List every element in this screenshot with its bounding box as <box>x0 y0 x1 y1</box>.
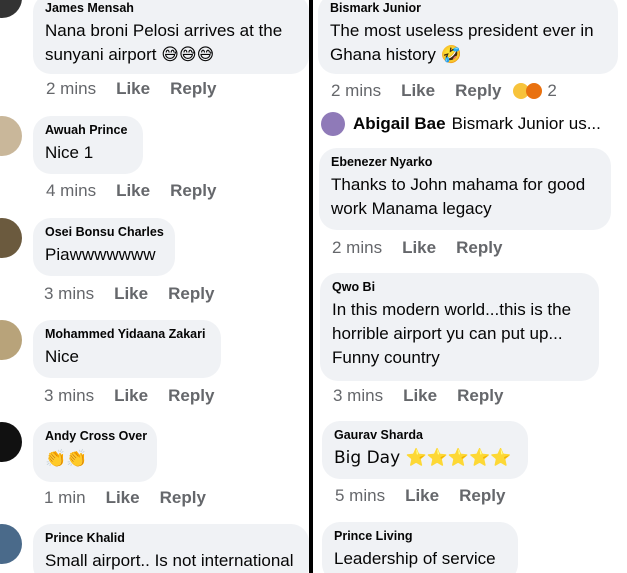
comment-bubble: Prince Living Leadership of service <box>322 522 518 573</box>
comment-bubble: Mohammed Yidaana Zakari Nice <box>33 320 221 378</box>
like-button[interactable]: Like <box>114 386 148 406</box>
avatar[interactable] <box>0 218 22 258</box>
reply-button[interactable]: Reply <box>168 284 214 304</box>
comment-text: The most useless president ever in Ghana… <box>330 21 594 64</box>
comment-timestamp[interactable]: 1 min <box>44 488 86 508</box>
comment-text: Big Day ⭐⭐⭐⭐⭐ <box>334 448 512 468</box>
avatar[interactable] <box>0 0 22 18</box>
reply-button[interactable]: Reply <box>457 386 503 406</box>
comment-actions: 2 mins Like Reply <box>46 79 216 99</box>
comment-text: Nana broni Pelosi arrives at the sunyani… <box>45 21 283 64</box>
comment-author[interactable]: Awuah Prince <box>45 122 131 138</box>
comment-author[interactable]: James Mensah <box>45 0 297 16</box>
comment-bubble: Prince Khalid Small airport.. Is not int… <box>33 524 309 573</box>
comment-author[interactable]: Andy Cross Over <box>45 428 147 444</box>
avatar[interactable] <box>0 116 22 156</box>
comment-text: In this modern world...this is the horri… <box>332 300 572 367</box>
comment-timestamp[interactable]: 5 mins <box>335 486 385 506</box>
comment-text: Piawwwwwww <box>45 245 156 264</box>
comment-actions: 3 mins Like Reply <box>333 386 503 406</box>
comment-actions: 3 mins Like Reply <box>44 284 214 304</box>
comment-actions: 4 mins Like Reply <box>46 181 216 201</box>
comment-bubble: Bismark Junior The most useless presiden… <box>318 0 618 74</box>
comment-timestamp[interactable]: 3 mins <box>44 284 94 304</box>
comment-text: Nice 1 <box>45 143 94 162</box>
comment-actions: 3 mins Like Reply <box>44 386 214 406</box>
like-button[interactable]: Like <box>403 386 437 406</box>
comment-text: Leadership of service <box>334 549 496 568</box>
avatar[interactable] <box>0 320 22 360</box>
comment-author[interactable]: Qwo Bi <box>332 279 587 295</box>
like-button[interactable]: Like <box>401 81 435 101</box>
comment-text: Small airport.. Is not international <box>45 551 294 570</box>
reply-button[interactable]: Reply <box>459 486 505 506</box>
reaction-count: 2 <box>547 81 557 100</box>
like-button[interactable]: Like <box>114 284 148 304</box>
comment-author[interactable]: Prince Living <box>334 528 506 544</box>
comment-bubble: Ebenezer Nyarko Thanks to John mahama fo… <box>319 148 611 230</box>
comment-bubble: Osei Bonsu Charles Piawwwwwww <box>33 218 175 276</box>
comment-timestamp[interactable]: 3 mins <box>333 386 383 406</box>
angry-reaction-icon <box>526 83 543 99</box>
comment-actions: 1 min Like Reply <box>44 488 206 508</box>
reply-button[interactable]: Reply <box>170 181 216 201</box>
comment-timestamp[interactable]: 2 mins <box>332 238 382 258</box>
comment-timestamp[interactable]: 2 mins <box>331 81 381 101</box>
left-comment-panel: James Mensah Nana broni Pelosi arrives a… <box>0 0 309 573</box>
reply-snippet: Bismark Junior us... <box>451 114 601 133</box>
comment-author[interactable]: Gaurav Sharda <box>334 427 516 443</box>
right-comment-panel: Bismark Junior The most useless presiden… <box>313 0 627 573</box>
comment-bubble: James Mensah Nana broni Pelosi arrives a… <box>33 0 309 74</box>
reply-button[interactable]: Reply <box>456 238 502 258</box>
reply-button[interactable]: Reply <box>170 79 216 99</box>
like-button[interactable]: Like <box>402 238 436 258</box>
comment-bubble: Qwo Bi In this modern world...this is th… <box>320 273 599 381</box>
comment-timestamp[interactable]: 3 mins <box>44 386 94 406</box>
avatar[interactable] <box>321 112 345 136</box>
comment-bubble: Andy Cross Over 👏👏 <box>33 422 157 482</box>
reaction-summary[interactable]: 2 <box>513 81 557 101</box>
comment-author[interactable]: Ebenezer Nyarko <box>331 154 599 170</box>
comment-bubble: Gaurav Sharda Big Day ⭐⭐⭐⭐⭐ <box>322 421 528 479</box>
reply-preview[interactable]: Abigail Bae Bismark Junior us... <box>321 112 601 136</box>
reply-button[interactable]: Reply <box>455 81 501 101</box>
comment-timestamp[interactable]: 2 mins <box>46 79 96 99</box>
comment-text: Thanks to John mahama for good work Mana… <box>331 175 586 218</box>
comment-text: 👏👏 <box>45 449 88 469</box>
comment-actions: 5 mins Like Reply <box>335 486 505 506</box>
avatar[interactable] <box>0 524 22 564</box>
avatar[interactable] <box>0 422 22 462</box>
reply-button[interactable]: Reply <box>168 386 214 406</box>
like-button[interactable]: Like <box>106 488 140 508</box>
like-button[interactable]: Like <box>116 181 150 201</box>
comment-author[interactable]: Mohammed Yidaana Zakari <box>45 326 209 342</box>
comment-actions: 2 mins Like Reply 2 <box>331 81 557 101</box>
comment-bubble: Awuah Prince Nice 1 <box>33 116 143 174</box>
comment-text: Nice <box>45 347 80 366</box>
like-button[interactable]: Like <box>405 486 439 506</box>
reply-author[interactable]: Abigail Bae <box>353 114 446 134</box>
comment-author[interactable]: Osei Bonsu Charles <box>45 224 164 240</box>
comment-timestamp[interactable]: 4 mins <box>46 181 96 201</box>
comment-actions: 2 mins Like Reply <box>332 238 502 258</box>
comment-author[interactable]: Bismark Junior <box>330 0 606 16</box>
comment-author[interactable]: Prince Khalid <box>45 530 297 546</box>
like-button[interactable]: Like <box>116 79 150 99</box>
reply-button[interactable]: Reply <box>160 488 206 508</box>
